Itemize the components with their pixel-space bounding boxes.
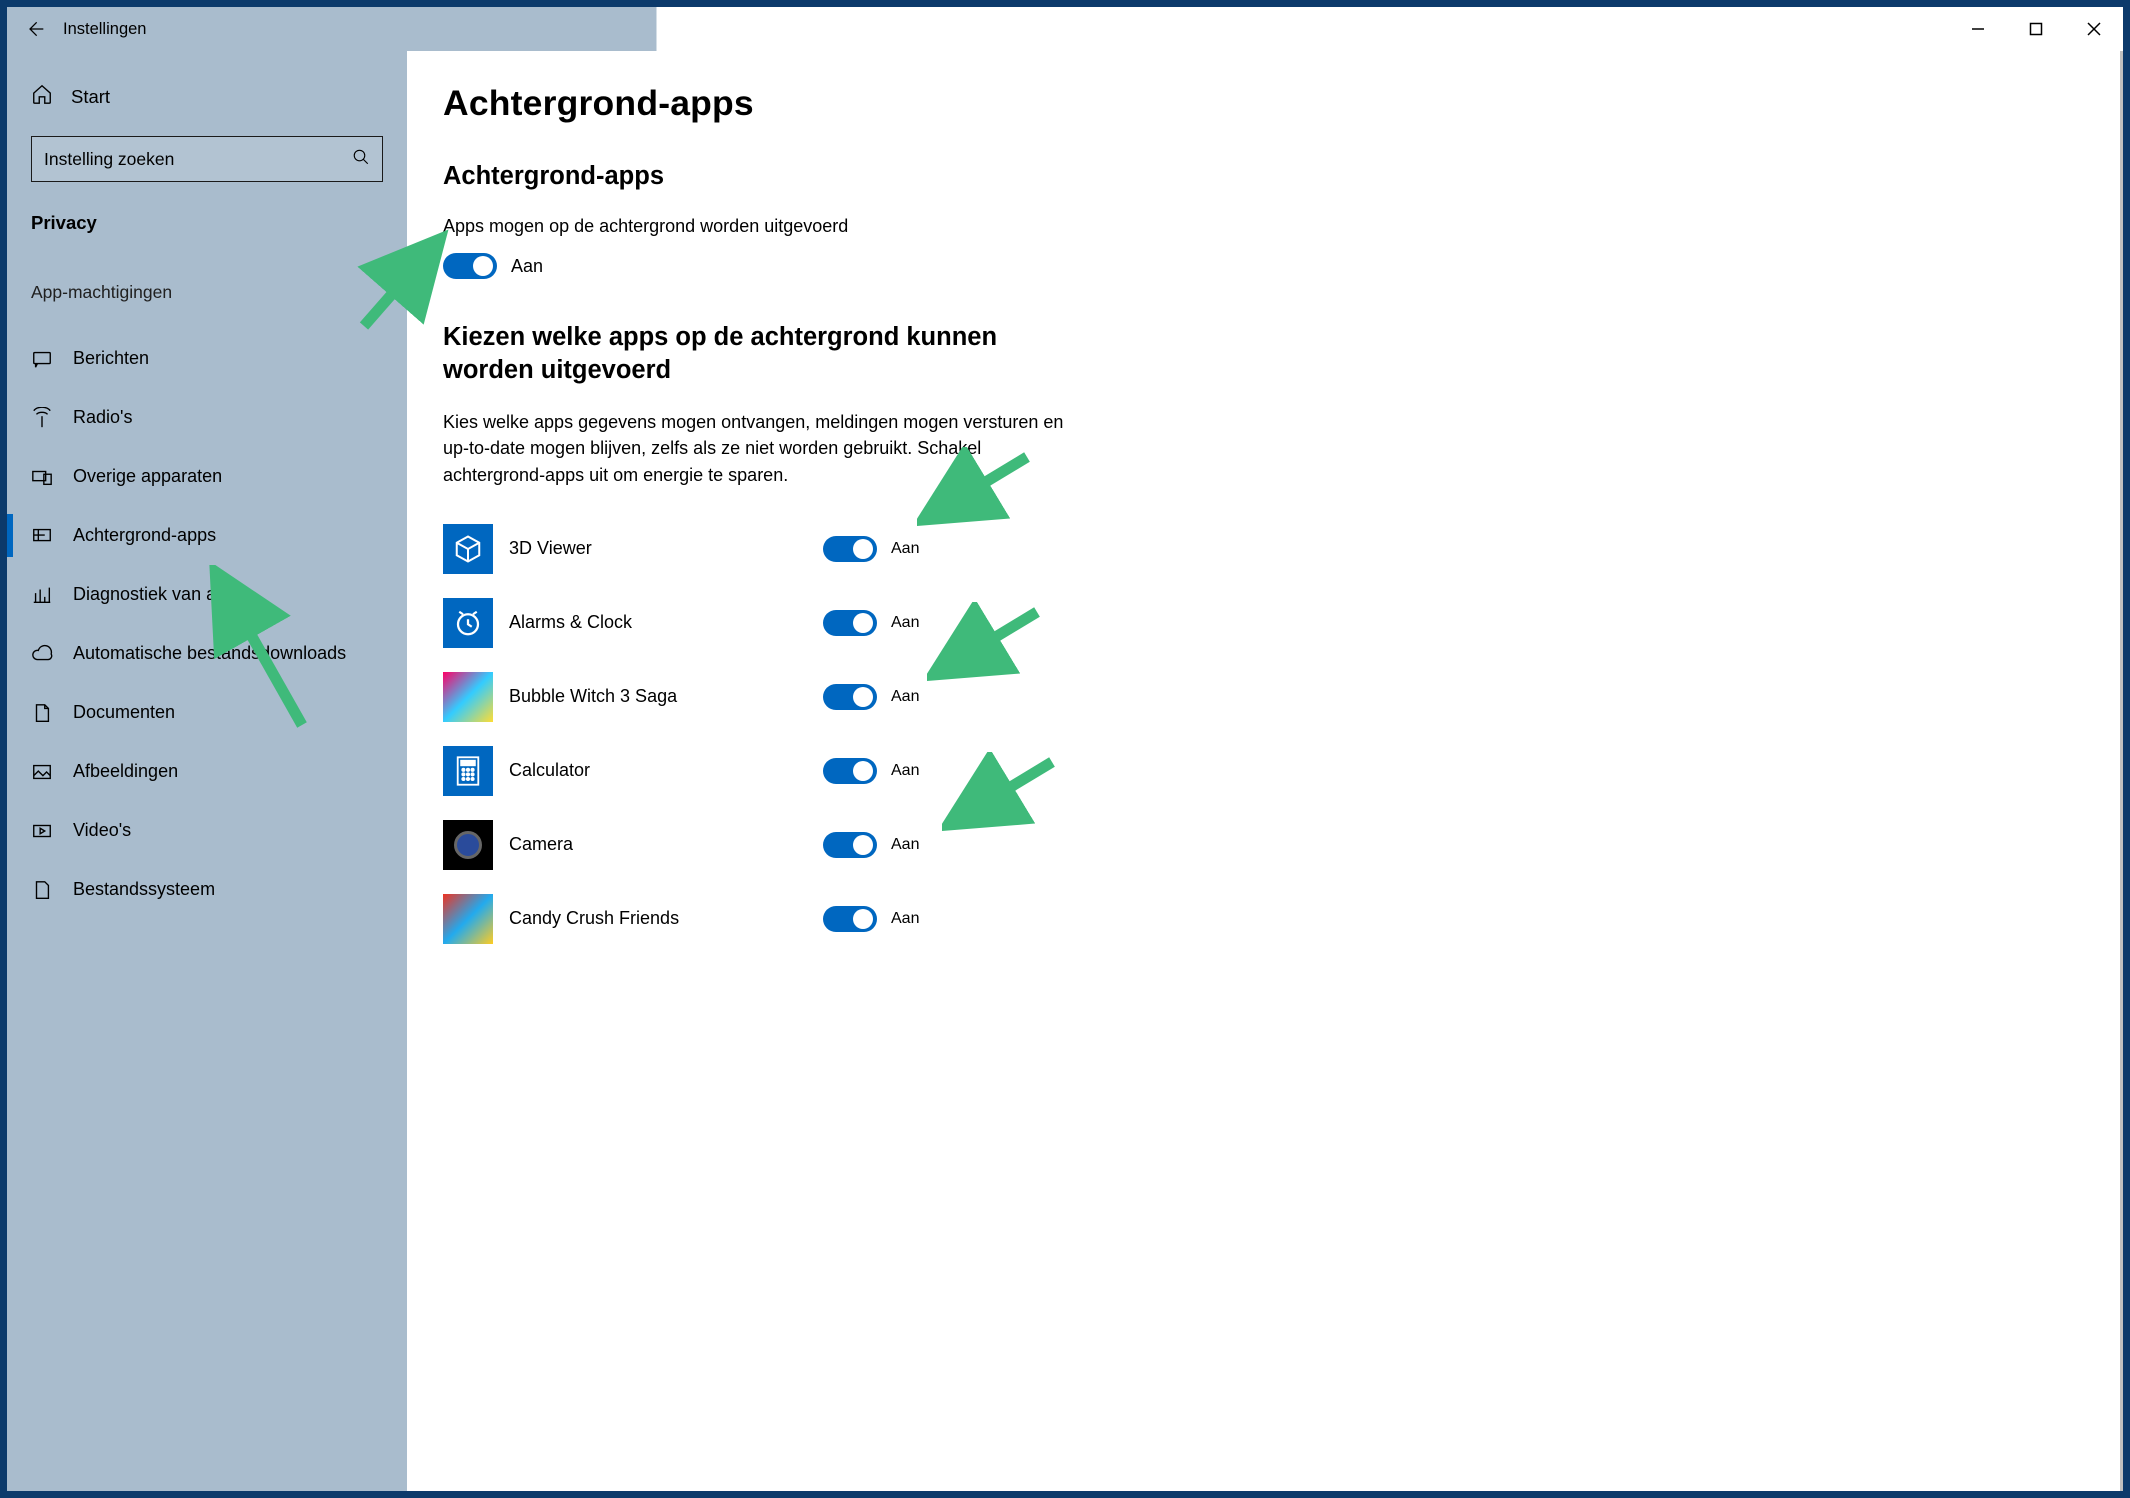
app-icon-alarms bbox=[443, 598, 493, 648]
document-icon bbox=[31, 702, 53, 724]
nav-item-label: Afbeeldingen bbox=[73, 761, 178, 782]
nav-item-documenten[interactable]: Documenten bbox=[7, 683, 407, 742]
settings-window: Instellingen Start bbox=[6, 6, 2124, 1492]
close-button[interactable] bbox=[2065, 7, 2123, 51]
minimize-icon bbox=[1971, 22, 1985, 36]
minimize-button[interactable] bbox=[1949, 7, 2007, 51]
bgapps-icon bbox=[31, 525, 53, 547]
nav-item-label: Berichten bbox=[73, 348, 149, 369]
nav-item-overige-apparaten[interactable]: Overige apparaten bbox=[7, 447, 407, 506]
search-icon bbox=[352, 148, 370, 171]
choose-title: Kiezen welke apps op de achtergrond kunn… bbox=[443, 321, 1043, 387]
video-icon bbox=[31, 820, 53, 842]
app-toggle-bubblewitch[interactable] bbox=[823, 684, 877, 710]
radio-icon bbox=[31, 407, 53, 429]
sidebar: Start Privacy App-machtigingen Berichten bbox=[7, 51, 407, 1491]
category-label: Privacy bbox=[7, 200, 407, 264]
allow-description: Apps mogen op de achtergrond worden uitg… bbox=[443, 213, 1083, 239]
home-label: Start bbox=[71, 86, 110, 108]
nav-item-label: Radio's bbox=[73, 407, 132, 428]
window-title: Instellingen bbox=[63, 20, 146, 39]
page-title: Achtergrond-apps bbox=[443, 83, 2087, 124]
back-button[interactable] bbox=[7, 7, 63, 51]
maximize-icon bbox=[2029, 22, 2043, 36]
nav-item-diagnostiek[interactable]: Diagnostiek van apps bbox=[7, 565, 407, 624]
master-toggle-label: Aan bbox=[511, 256, 543, 277]
nav-item-berichten[interactable]: Berichten bbox=[7, 329, 407, 388]
folder-icon bbox=[31, 879, 53, 901]
scrollbar[interactable] bbox=[2120, 51, 2123, 1491]
app-toggle-calculator[interactable] bbox=[823, 758, 877, 784]
calculator-icon bbox=[454, 755, 482, 787]
message-icon bbox=[31, 348, 53, 370]
picture-icon bbox=[31, 761, 53, 783]
close-icon bbox=[2086, 21, 2102, 37]
nav-item-auto-downloads[interactable]: Automatische bestandsdownloads bbox=[7, 624, 407, 683]
app-name: Alarms & Clock bbox=[509, 612, 807, 633]
app-toggle-3dviewer[interactable] bbox=[823, 536, 877, 562]
toggle-label: Aan bbox=[891, 540, 919, 558]
app-icon-calculator bbox=[443, 746, 493, 796]
app-row-candycrush: Candy Crush Friends Aan bbox=[443, 882, 1003, 956]
search-input[interactable] bbox=[44, 149, 352, 170]
app-list: 3D Viewer Aan Alarms & Clock Aan bbox=[443, 512, 2087, 956]
app-icon-camera bbox=[443, 820, 493, 870]
clock-icon bbox=[453, 608, 483, 638]
app-toggle-alarms[interactable] bbox=[823, 610, 877, 636]
nav-item-videos[interactable]: Video's bbox=[7, 801, 407, 860]
nav-item-label: Diagnostiek van apps bbox=[73, 584, 245, 605]
chart-icon bbox=[31, 584, 53, 606]
arrow-left-icon bbox=[25, 19, 45, 39]
nav-item-radios[interactable]: Radio's bbox=[7, 388, 407, 447]
home-button[interactable]: Start bbox=[7, 69, 407, 124]
cube-icon bbox=[453, 534, 483, 564]
section-title: Achtergrond-apps bbox=[443, 162, 2087, 191]
content-pane: Achtergrond-apps Achtergrond-apps Apps m… bbox=[407, 51, 2123, 1491]
app-name: Calculator bbox=[509, 760, 807, 781]
nav-item-bestandssysteem[interactable]: Bestandssysteem bbox=[7, 860, 407, 919]
app-row-3dviewer: 3D Viewer Aan bbox=[443, 512, 1003, 586]
titlebar: Instellingen bbox=[7, 7, 2123, 51]
cloud-icon bbox=[31, 643, 53, 665]
toggle-label: Aan bbox=[891, 910, 919, 928]
app-row-camera: Camera Aan bbox=[443, 808, 1003, 882]
nav-item-label: Automatische bestandsdownloads bbox=[73, 643, 346, 664]
app-icon-candycrush bbox=[443, 894, 493, 944]
toggle-label: Aan bbox=[891, 688, 919, 706]
nav-list: Berichten Radio's Overige apparaten Acht… bbox=[7, 329, 407, 919]
nav-item-label: Overige apparaten bbox=[73, 466, 222, 487]
app-toggle-camera[interactable] bbox=[823, 832, 877, 858]
app-name: Bubble Witch 3 Saga bbox=[509, 686, 807, 707]
app-name: 3D Viewer bbox=[509, 538, 807, 559]
app-name: Candy Crush Friends bbox=[509, 908, 807, 929]
nav-item-label: Documenten bbox=[73, 702, 175, 723]
app-row-calculator: Calculator Aan bbox=[443, 734, 1003, 808]
devices-icon bbox=[31, 466, 53, 488]
nav-item-label: Bestandssysteem bbox=[73, 879, 215, 900]
app-icon-3dviewer bbox=[443, 524, 493, 574]
nav-item-label: Achtergrond-apps bbox=[73, 525, 216, 546]
toggle-label: Aan bbox=[891, 614, 919, 632]
toggle-label: Aan bbox=[891, 836, 919, 854]
nav-item-achtergrond-apps[interactable]: Achtergrond-apps bbox=[7, 506, 407, 565]
master-toggle[interactable] bbox=[443, 253, 497, 279]
window-controls bbox=[1949, 7, 2123, 51]
app-icon-bubblewitch bbox=[443, 672, 493, 722]
nav-item-label: Video's bbox=[73, 820, 131, 841]
app-row-bubblewitch: Bubble Witch 3 Saga Aan bbox=[443, 660, 1003, 734]
nav-item-afbeeldingen[interactable]: Afbeeldingen bbox=[7, 742, 407, 801]
app-name: Camera bbox=[509, 834, 807, 855]
app-toggle-candycrush[interactable] bbox=[823, 906, 877, 932]
section-label: App-machtigingen bbox=[7, 264, 407, 329]
choose-description: Kies welke apps gegevens mogen ontvangen… bbox=[443, 409, 1083, 487]
home-icon bbox=[31, 83, 53, 110]
maximize-button[interactable] bbox=[2007, 7, 2065, 51]
search-box[interactable] bbox=[31, 136, 383, 182]
toggle-label: Aan bbox=[891, 762, 919, 780]
app-row-alarms: Alarms & Clock Aan bbox=[443, 586, 1003, 660]
